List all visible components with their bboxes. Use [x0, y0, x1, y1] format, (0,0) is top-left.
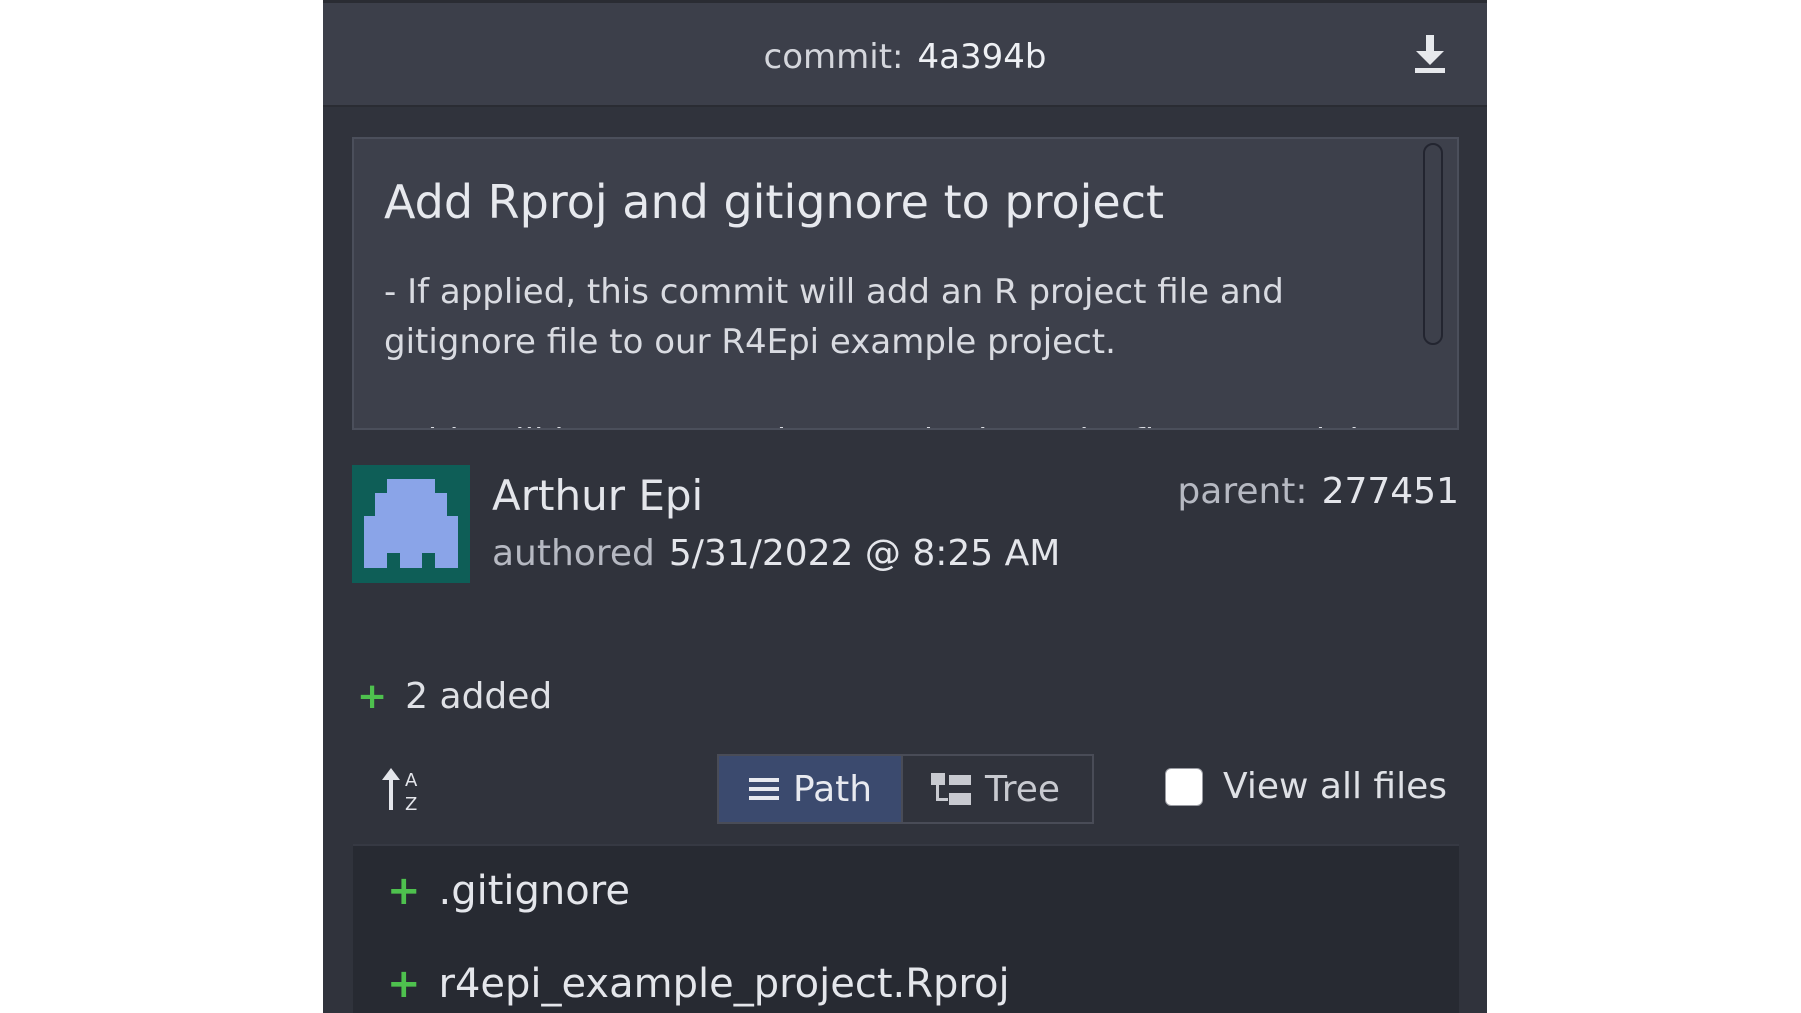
tree-view-button[interactable]: Tree: [903, 756, 1092, 822]
commit-message-box[interactable]: Add Rproj and gitignore to project - If …: [352, 137, 1459, 430]
added-count-label: 2 added: [405, 676, 553, 717]
message-scrollbar[interactable]: [1423, 143, 1443, 345]
plus-icon: +: [357, 676, 388, 717]
file-list: + .gitignore + r4epi_example_project.Rproj: [353, 844, 1459, 1013]
commit-title: commit: 4a394b: [323, 37, 1487, 77]
download-icon[interactable]: [1413, 35, 1447, 75]
parent-sha[interactable]: 277451: [1322, 471, 1459, 512]
view-all-files-toggle[interactable]: View all files: [1165, 766, 1447, 807]
commit-message-body: - If applied, this commit will add an R …: [384, 267, 1394, 428]
file-toolbar: A Z Path Tree View all files: [352, 754, 1459, 824]
svg-text:Z: Z: [405, 794, 417, 814]
parent-commit: parent: 277451: [1177, 471, 1459, 512]
commit-label: commit:: [763, 37, 904, 77]
view-all-label: View all files: [1223, 766, 1447, 807]
path-label: Path: [793, 768, 873, 810]
authored-date: authored 5/31/2022 @ 8:25 AM: [492, 533, 1060, 574]
author-row: Arthur Epi authored 5/31/2022 @ 8:25 AM p…: [352, 465, 1459, 585]
authored-value: 5/31/2022 @ 8:25 AM: [668, 533, 1061, 574]
message-paragraph: - If applied, this commit will add an R …: [384, 272, 1284, 362]
file-item[interactable]: + r4epi_example_project.Rproj: [387, 961, 1010, 1007]
authored-label: authored: [492, 533, 655, 574]
file-item[interactable]: + .gitignore: [387, 868, 630, 914]
view-all-checkbox[interactable]: [1165, 767, 1204, 806]
avatar: [352, 465, 470, 583]
view-mode-toggle: Path Tree: [717, 754, 1094, 824]
commit-sha[interactable]: 4a394b: [918, 37, 1047, 77]
tree-icon: [931, 773, 971, 805]
commit-detail-panel: commit: 4a394b Add Rproj and gitignore to…: [323, 0, 1487, 1013]
plus-icon: +: [387, 961, 421, 1007]
svg-text:A: A: [405, 770, 418, 791]
file-name: r4epi_example_project.Rproj: [438, 961, 1010, 1007]
parent-label: parent:: [1177, 471, 1308, 512]
message-paragraph: - This will be an example commit about t…: [384, 417, 1394, 428]
sort-alpha-icon[interactable]: A Z: [382, 764, 432, 815]
path-view-button[interactable]: Path: [719, 756, 903, 822]
plus-icon: +: [387, 868, 421, 914]
commit-header: commit: 4a394b: [323, 0, 1487, 107]
file-name: .gitignore: [438, 868, 630, 914]
author-name: Arthur Epi: [492, 471, 704, 520]
list-icon: [749, 778, 779, 800]
commit-message-title: Add Rproj and gitignore to project: [384, 175, 1165, 229]
tree-label: Tree: [985, 768, 1061, 810]
added-count: +2 added: [357, 676, 552, 717]
